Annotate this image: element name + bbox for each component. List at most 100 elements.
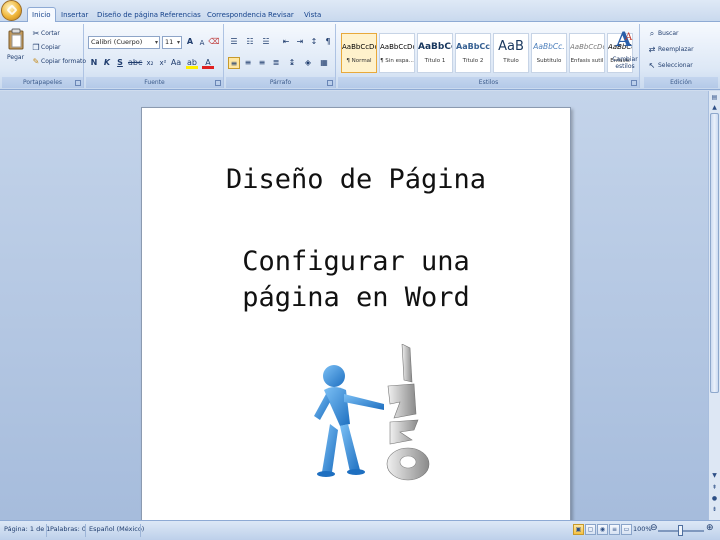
word-count[interactable]: Palabras: 0 bbox=[50, 525, 86, 533]
scroll-thumb[interactable] bbox=[710, 113, 719, 393]
copy-button[interactable]: ❐ Copiar bbox=[30, 42, 80, 53]
paragraph-group: ☰ ☷ ☱ ⇤ ⇥ ↕ ¶ ≡ ≡ ≡ ≣ ↨ ◈ ▦ Párrafo bbox=[226, 24, 336, 88]
outline-view-icon[interactable]: ≡ bbox=[609, 524, 620, 535]
change-styles-button[interactable]: A A Cambiar estilos bbox=[608, 26, 642, 78]
highlight-icon[interactable]: ab bbox=[186, 57, 198, 69]
change-styles-label: Cambiar estilos bbox=[612, 56, 638, 70]
style-sin-espaciado[interactable]: AaBbCcDc ¶ Sin espa... bbox=[379, 33, 415, 73]
status-separator bbox=[46, 524, 47, 537]
bold-button[interactable]: N bbox=[88, 57, 100, 69]
italic-button[interactable]: K bbox=[101, 57, 113, 69]
style-normal[interactable]: AaBbCcDc ¶ Normal bbox=[341, 33, 377, 73]
change-case-icon[interactable]: Aa bbox=[170, 57, 182, 69]
numbering-icon[interactable]: ☷ bbox=[244, 36, 256, 48]
justify-icon[interactable]: ≣ bbox=[270, 57, 282, 69]
find-button[interactable]: ⌕ Buscar bbox=[646, 28, 716, 39]
increase-indent-icon[interactable]: ⇥ bbox=[294, 36, 306, 48]
line-spacing-icon[interactable]: ↨ bbox=[286, 57, 298, 69]
document-line-2: página en Word bbox=[242, 282, 470, 313]
show-formatting-icon[interactable]: ¶ bbox=[322, 36, 334, 48]
office-button[interactable] bbox=[1, 0, 22, 21]
zoom-in-icon[interactable]: ⊕ bbox=[706, 523, 714, 533]
align-left-icon[interactable]: ≡ bbox=[228, 57, 240, 69]
style-titulo-2[interactable]: AaBbCc Título 2 bbox=[455, 33, 491, 73]
paste-button[interactable]: Pegar bbox=[5, 28, 27, 72]
vertical-scrollbar[interactable]: ▤ ▲ ▼ ⇞ ● ⇟ bbox=[708, 91, 720, 520]
styles-group: AaBbCcDc ¶ Normal AaBbCcDc ¶ Sin espa...… bbox=[338, 24, 640, 88]
borders-icon[interactable]: ▦ bbox=[318, 57, 330, 69]
style-sample: AaBbCc bbox=[418, 42, 452, 52]
font-name-combo[interactable]: Calibri (Cuerpo) ▾ bbox=[88, 36, 160, 49]
underline-button[interactable]: S bbox=[114, 57, 126, 69]
tab-insertar[interactable]: Insertar bbox=[57, 8, 92, 22]
style-titulo-1[interactable]: AaBbCc Título 1 bbox=[417, 33, 453, 73]
scroll-up-icon[interactable]: ▲ bbox=[710, 103, 719, 112]
style-enfasis-sutil[interactable]: AaBbCcDc Énfasis sutil bbox=[569, 33, 605, 73]
strikethrough-icon[interactable]: abc bbox=[128, 57, 142, 69]
subscript-icon[interactable]: x₂ bbox=[144, 57, 156, 69]
tab-correspondencia[interactable]: Correspondencia bbox=[203, 8, 270, 22]
tab-revisar[interactable]: Revisar bbox=[264, 8, 298, 22]
tab-diseno-pagina[interactable]: Diseño de página bbox=[93, 8, 162, 22]
document-title: Diseño de Página bbox=[225, 164, 487, 195]
document-workspace: Diseño de Página Configurar una página e… bbox=[0, 91, 708, 520]
ruler-toggle-icon[interactable]: ▤ bbox=[710, 93, 719, 102]
style-name: ¶ Sin espa... bbox=[380, 58, 414, 64]
dialog-launcher-icon[interactable] bbox=[631, 80, 637, 86]
chevron-down-icon: ▾ bbox=[176, 39, 180, 46]
web-layout-icon[interactable]: ◉ bbox=[597, 524, 608, 535]
change-styles-icon: A A bbox=[615, 27, 633, 50]
language-indicator[interactable]: Español (México) bbox=[89, 525, 144, 533]
tab-inicio[interactable]: Inicio bbox=[27, 7, 56, 23]
zoom-out-icon[interactable]: ⊖ bbox=[650, 523, 658, 533]
grow-font-icon[interactable]: A bbox=[184, 36, 196, 48]
dialog-launcher-icon[interactable] bbox=[327, 80, 333, 86]
shrink-font-icon[interactable]: A bbox=[196, 37, 208, 49]
multilevel-list-icon[interactable]: ☱ bbox=[260, 36, 272, 48]
dialog-launcher-icon[interactable] bbox=[215, 80, 221, 86]
copy-label: Copiar bbox=[41, 44, 61, 51]
cut-button[interactable]: ✂ Cortar bbox=[30, 28, 80, 39]
select-button[interactable]: ↖ Seleccionar bbox=[646, 60, 716, 71]
chevron-down-icon: ▾ bbox=[154, 39, 158, 46]
next-page-icon[interactable]: ⇟ bbox=[710, 505, 719, 514]
align-right-icon[interactable]: ≡ bbox=[256, 57, 268, 69]
cut-label: Cortar bbox=[41, 30, 60, 37]
zoom-slider-thumb[interactable] bbox=[678, 525, 683, 536]
font-size-combo[interactable]: 11 ▾ bbox=[162, 36, 182, 49]
superscript-icon[interactable]: x² bbox=[157, 57, 169, 69]
bullets-icon[interactable]: ☰ bbox=[228, 36, 240, 48]
binoculars-icon: ⌕ bbox=[649, 29, 655, 38]
draft-view-icon[interactable]: ▭ bbox=[621, 524, 632, 535]
document-page[interactable]: Diseño de Página Configurar una página e… bbox=[141, 107, 571, 520]
clipboard-group: Pegar ✂ Cortar ❐ Copiar ✎ Copiar formato… bbox=[2, 24, 87, 88]
style-name: Subtítulo bbox=[536, 58, 562, 64]
clear-format-icon[interactable]: ⌫ bbox=[208, 36, 220, 48]
style-titulo[interactable]: AaB Título bbox=[493, 33, 529, 73]
scroll-down-icon[interactable]: ▼ bbox=[710, 471, 719, 480]
tab-vista[interactable]: Vista bbox=[300, 8, 325, 22]
replace-icon: ⇄ bbox=[648, 45, 656, 54]
format-painter-label: Copiar formato bbox=[41, 58, 87, 65]
page-count[interactable]: Página: 1 de 1 bbox=[4, 525, 50, 533]
paragraph-group-label: Párrafo bbox=[226, 77, 335, 88]
dialog-launcher-icon[interactable] bbox=[75, 80, 81, 86]
decrease-indent-icon[interactable]: ⇤ bbox=[280, 36, 292, 48]
font-color-icon[interactable]: A bbox=[202, 57, 214, 69]
print-layout-view-icon[interactable]: ▣ bbox=[573, 524, 584, 535]
tab-referencias[interactable]: Referencias bbox=[156, 8, 205, 22]
sort-icon[interactable]: ↕ bbox=[308, 36, 320, 48]
previous-page-icon[interactable]: ⇞ bbox=[710, 483, 719, 492]
style-subtitulo[interactable]: AaBbCc. Subtítulo bbox=[531, 33, 567, 73]
status-separator bbox=[85, 524, 86, 537]
shading-icon[interactable]: ◈ bbox=[302, 57, 314, 69]
full-screen-reading-icon[interactable]: ▢ bbox=[585, 524, 596, 535]
select-browse-object-icon[interactable]: ● bbox=[710, 494, 719, 503]
select-label: Seleccionar bbox=[658, 62, 693, 69]
zoom-level[interactable]: 100% bbox=[633, 525, 652, 533]
align-center-icon[interactable]: ≡ bbox=[242, 57, 254, 69]
style-name: Título bbox=[503, 58, 519, 64]
format-painter-button[interactable]: ✎ Copiar formato bbox=[30, 56, 87, 67]
style-sample: AaBbCcDc bbox=[380, 43, 414, 51]
replace-button[interactable]: ⇄ Reemplazar bbox=[646, 44, 716, 55]
